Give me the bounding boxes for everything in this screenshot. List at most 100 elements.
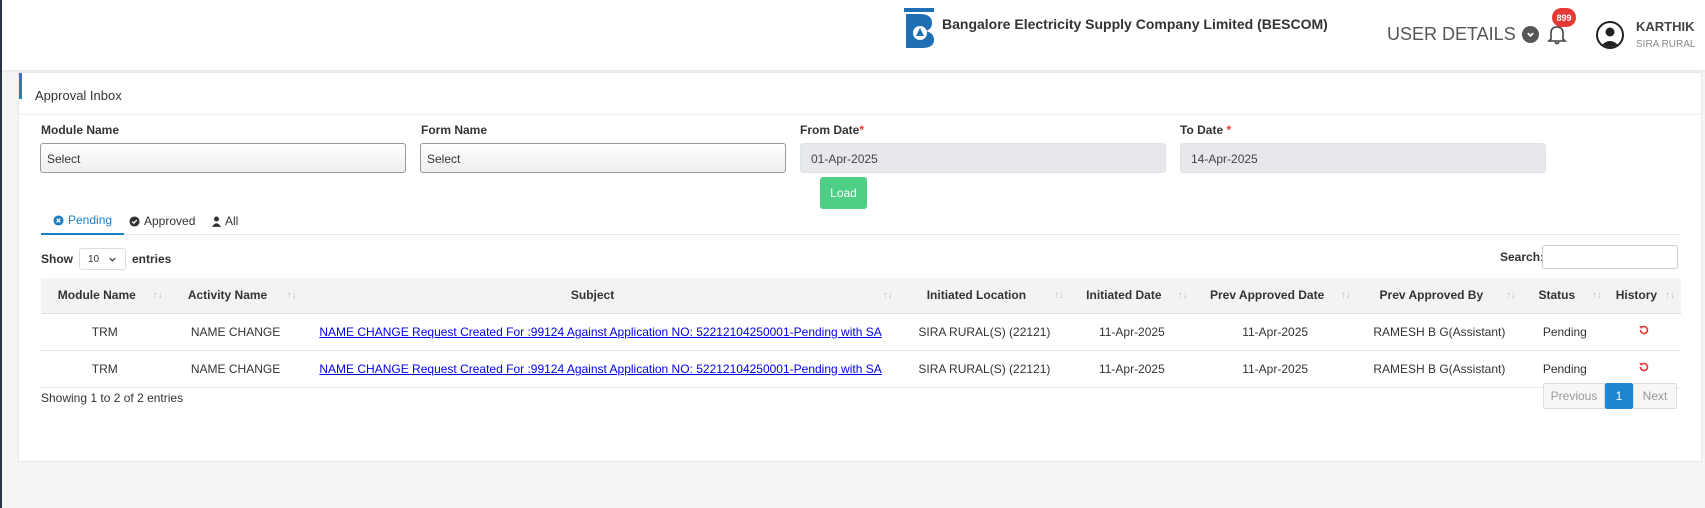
status-tabs: Pending Approved All: [41, 207, 1681, 235]
table-header-row: Module Name ↑↓ Activity Name ↑↓ Subject ↑↓ …: [41, 278, 1681, 314]
user-name: KARTHIK: [1636, 19, 1695, 34]
table-row: TRM NAME CHANGE NAME CHANGE Request Crea…: [41, 350, 1681, 388]
bescom-logo: [904, 8, 934, 48]
cell-activity: NAME CHANGE: [168, 313, 303, 351]
page-button[interactable]: 1: [1605, 383, 1633, 409]
module-name-label: Module Name: [41, 123, 120, 137]
search-label: Search:: [1500, 250, 1545, 264]
history-icon[interactable]: [1638, 324, 1650, 336]
sort-icon: ↑↓: [286, 290, 297, 301]
card-header: Approval Inbox: [19, 73, 1701, 115]
tab-approved[interactable]: Approved: [129, 207, 195, 235]
form-name-select[interactable]: Select: [420, 143, 786, 173]
cell-prev-approved-date: 11-Apr-2025: [1193, 313, 1357, 351]
sort-icon: ↑↓: [1665, 290, 1675, 301]
search-input[interactable]: [1542, 245, 1678, 269]
tab-pending[interactable]: Pending: [41, 207, 125, 235]
entries-value: 10: [88, 253, 100, 265]
tab-pending-label: Pending: [68, 213, 113, 227]
cell-prev-approved-by: RAMESH B G(Assistant): [1356, 313, 1522, 351]
avatar[interactable]: [1596, 21, 1624, 49]
chevron-down-icon: [1521, 26, 1539, 43]
entries-per-page-select[interactable]: 10: [79, 248, 126, 270]
user-details-menu[interactable]: USER DETAILS: [1387, 24, 1539, 45]
column-header[interactable]: Activity Name ↑↓: [168, 278, 303, 314]
tab-approved-label: Approved: [144, 214, 196, 228]
sort-icon: ↑↓: [1340, 290, 1351, 301]
cell-prev-approved-date: 11-Apr-2025: [1193, 350, 1357, 388]
column-header-label: History: [1615, 288, 1658, 303]
page-title: Approval Inbox: [35, 88, 122, 103]
sort-icon: ↑↓: [1591, 290, 1602, 301]
column-header[interactable]: Initiated Date ↑↓: [1070, 278, 1194, 314]
entries-length-control: Show 10 entries: [41, 248, 171, 270]
next-button[interactable]: Next: [1633, 383, 1677, 409]
left-edge-bar: [0, 0, 2, 508]
column-header[interactable]: Prev Approved Date ↑↓: [1193, 278, 1357, 314]
from-date-label: From Date*: [800, 123, 864, 137]
title-accent-bar: [19, 73, 22, 99]
top-header: Bangalore Electricity Supply Company Lim…: [2, 0, 1705, 70]
subject-link[interactable]: NAME CHANGE Request Created For :99124 A…: [319, 362, 881, 376]
table-info: Showing 1 to 2 of 2 entries: [41, 391, 184, 405]
tab-all[interactable]: All: [212, 207, 238, 235]
form-name-label: Form Name: [421, 123, 488, 137]
user-details-label: USER DETAILS: [1387, 24, 1516, 44]
sort-icon: ↑↓: [152, 290, 163, 301]
column-header-label: Subject: [570, 288, 615, 303]
from-date-input[interactable]: 01-Apr-2025: [800, 143, 1166, 173]
cell-location: SIRA RURAL(S) (22121): [898, 350, 1071, 388]
column-header-label: Initiated Location: [926, 288, 1027, 303]
column-header[interactable]: Subject ↑↓: [302, 278, 899, 314]
to-date-input[interactable]: 14-Apr-2025: [1180, 143, 1546, 173]
sort-icon: ↑↓: [1177, 290, 1188, 301]
user-location: SIRA RURAL: [1636, 39, 1696, 50]
approval-table: Module Name ↑↓ Activity Name ↑↓ Subject ↑↓ …: [41, 278, 1681, 388]
table-row: TRM NAME CHANGE NAME CHANGE Request Crea…: [41, 313, 1681, 351]
cell-status: Pending: [1521, 313, 1608, 351]
column-header-label: Prev Approved By: [1379, 288, 1484, 303]
entries-label: entries: [132, 252, 172, 266]
sort-icon: ↑↓: [882, 290, 893, 301]
approval-inbox-card: Approval Inbox Module Name Select Form N…: [18, 72, 1702, 462]
cell-initiated-date: 11-Apr-2025: [1070, 350, 1194, 388]
tab-all-label: All: [225, 214, 239, 228]
column-header-label: Prev Approved Date: [1210, 288, 1325, 303]
required-mark: *: [859, 123, 865, 137]
cell-module: TRM: [41, 313, 169, 351]
column-header[interactable]: History ↑↓: [1607, 278, 1681, 314]
cell-status: Pending: [1521, 350, 1608, 388]
cell-subject: NAME CHANGE Request Created For :99124 A…: [302, 350, 899, 388]
company-name: Bangalore Electricity Supply Company Lim…: [942, 16, 1328, 32]
column-header[interactable]: Initiated Location ↑↓: [898, 278, 1071, 314]
cell-subject: NAME CHANGE Request Created For :99124 A…: [302, 313, 899, 351]
column-header[interactable]: Status ↑↓: [1521, 278, 1608, 314]
column-header[interactable]: Prev Approved By ↑↓: [1356, 278, 1522, 314]
subject-link[interactable]: NAME CHANGE Request Created For :99124 A…: [319, 325, 881, 339]
column-header-label: Activity Name: [187, 288, 268, 303]
load-button[interactable]: Load: [820, 177, 867, 209]
sort-icon: ↑↓: [1054, 290, 1065, 301]
column-header-label: Initiated Date: [1086, 288, 1162, 303]
history-icon[interactable]: [1638, 361, 1650, 373]
previous-button[interactable]: Previous: [1543, 383, 1605, 409]
to-date-label-text: To Date: [1180, 123, 1224, 137]
cell-module: TRM: [41, 350, 169, 388]
cell-history: [1607, 350, 1681, 388]
cell-location: SIRA RURAL(S) (22121): [898, 313, 1071, 351]
sort-icon: ↑↓: [1505, 290, 1516, 301]
check-circle-icon: [129, 215, 140, 227]
column-header[interactable]: Module Name ↑↓: [41, 278, 169, 314]
cell-prev-approved-by: RAMESH B G(Assistant): [1356, 350, 1522, 388]
cell-initiated-date: 11-Apr-2025: [1070, 313, 1194, 351]
user-icon: [212, 215, 221, 227]
show-label: Show: [41, 252, 73, 266]
column-header-label: Status: [1538, 288, 1576, 303]
module-name-select[interactable]: Select: [40, 143, 406, 173]
cell-activity: NAME CHANGE: [168, 350, 303, 388]
column-header-label: Module Name: [57, 288, 136, 303]
to-date-label: To Date *: [1180, 123, 1231, 137]
chevron-down-icon: [109, 257, 116, 262]
cell-history: [1607, 313, 1681, 351]
notification-badge: 899: [1552, 8, 1576, 27]
